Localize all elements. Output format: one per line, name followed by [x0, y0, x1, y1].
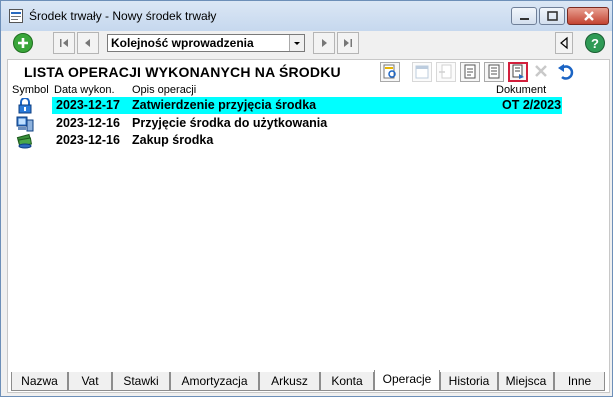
preview-button[interactable] — [380, 62, 400, 82]
undo-button[interactable] — [556, 62, 576, 82]
client-area: Kolejność wprowadzenia ? LISTA OPERACJI … — [7, 31, 610, 393]
window: Środek trwały - Nowy środek trwały Kolej… — [0, 0, 613, 397]
minimize-icon — [520, 18, 529, 20]
row-document: OT 2/2023 — [502, 98, 562, 112]
document-list-button[interactable] — [484, 62, 504, 82]
chevron-down-icon — [294, 42, 300, 45]
toolbar: Kolejność wprowadzenia ? — [7, 31, 606, 57]
title-bar[interactable]: Środek trwały - Nowy środek trwały — [1, 1, 612, 31]
app-icon — [9, 9, 23, 23]
row-description: Przyjęcie środka do użytkowania — [132, 116, 328, 130]
help-button[interactable]: ? — [585, 33, 605, 53]
lock-icon — [18, 98, 32, 114]
minimize-button[interactable] — [511, 7, 537, 25]
tab-amortyzacja[interactable]: Amortyzacja — [170, 372, 259, 391]
next-icon — [322, 39, 327, 47]
sort-order-value: Kolejność wprowadzenia — [111, 36, 254, 50]
tab-arkusz[interactable]: Arkusz — [259, 372, 320, 391]
tab-strip: Nazwa Vat Stawki Amortyzacja Arkusz Kont… — [11, 370, 605, 392]
column-header-description[interactable]: Opis operacji — [132, 84, 196, 96]
table-row[interactable]: 2023-12-16 Zakup środka — [52, 132, 562, 149]
collapse-panel-button[interactable] — [555, 32, 573, 54]
table-row[interactable]: 2023-12-17 Zatwierdzenie przyjęcia środk… — [52, 97, 562, 114]
maximize-icon — [547, 11, 558, 21]
row-date: 2023-12-16 — [56, 133, 120, 147]
document-search-icon — [383, 64, 396, 79]
column-header-symbol[interactable]: Symbol — [12, 84, 49, 96]
document-arrow-icon — [439, 64, 452, 79]
dropdown-arrow[interactable] — [289, 35, 304, 51]
calendar-button[interactable] — [412, 62, 432, 82]
sort-order-select[interactable]: Kolejność wprowadzenia — [107, 34, 305, 52]
row-date: 2023-12-17 — [56, 98, 120, 112]
column-header-date[interactable]: Data wykon. — [54, 84, 115, 96]
plus-icon — [18, 38, 28, 48]
tab-stawki[interactable]: Stawki — [112, 372, 170, 391]
previous-icon — [85, 39, 90, 47]
edit-document-button[interactable] — [460, 62, 480, 82]
first-icon — [60, 39, 68, 47]
close-icon — [584, 11, 594, 21]
last-record-button[interactable] — [337, 32, 359, 54]
tab-inne[interactable]: Inne — [554, 372, 605, 391]
document-open-icon — [512, 64, 524, 79]
question-icon: ? — [591, 36, 599, 51]
column-header-document[interactable]: Dokument — [496, 84, 546, 96]
row-date: 2023-12-16 — [56, 116, 120, 130]
calendar-icon — [415, 65, 429, 79]
add-button[interactable] — [13, 33, 33, 53]
tab-historia[interactable]: Historia — [440, 372, 498, 391]
operations-panel: LISTA OPERACJI WYKONANYCH NA ŚRODKU Symb… — [7, 59, 610, 393]
money-icon — [16, 133, 33, 149]
row-description: Zakup środka — [132, 133, 214, 147]
tab-operacje[interactable]: Operacje — [374, 370, 440, 391]
tab-konta[interactable]: Konta — [320, 372, 374, 391]
computer-icon — [16, 116, 34, 132]
delete-button[interactable] — [532, 62, 552, 82]
maximize-button[interactable] — [539, 7, 565, 25]
tab-miejsca[interactable]: Miejsca — [498, 372, 554, 391]
close-button[interactable] — [567, 7, 609, 25]
chevron-left-icon — [560, 36, 568, 50]
delete-icon — [535, 65, 547, 77]
window-title: Środek trwały - Nowy środek trwały — [29, 9, 217, 23]
open-document-button[interactable] — [508, 62, 528, 82]
svg-text:?: ? — [591, 36, 599, 51]
document-list-icon — [488, 64, 500, 79]
list-title: LISTA OPERACJI WYKONANYCH NA ŚRODKU — [24, 64, 341, 80]
first-record-button[interactable] — [53, 32, 75, 54]
undo-icon — [558, 64, 574, 80]
row-description: Zatwierdzenie przyjęcia środka — [132, 98, 317, 112]
table-row[interactable]: 2023-12-16 Przyjęcie środka do użytkowan… — [52, 115, 562, 132]
previous-record-button[interactable] — [77, 32, 99, 54]
tab-nazwa[interactable]: Nazwa — [11, 372, 68, 391]
export-button[interactable] — [436, 62, 456, 82]
next-record-button[interactable] — [313, 32, 335, 54]
last-icon — [344, 39, 352, 47]
tab-vat[interactable]: Vat — [68, 372, 112, 391]
document-edit-icon — [464, 64, 476, 79]
